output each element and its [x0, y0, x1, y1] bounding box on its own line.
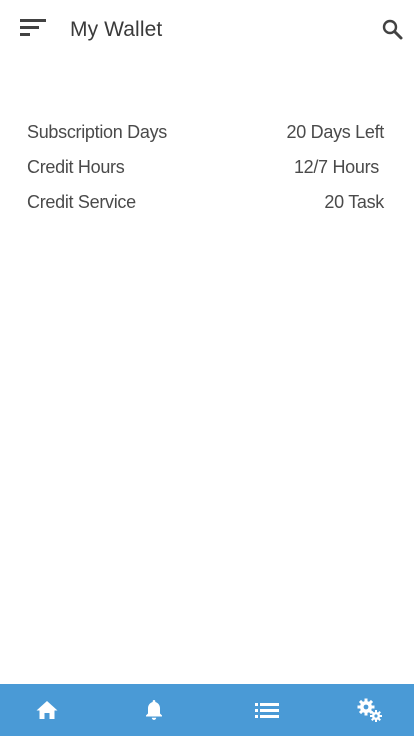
row-value: 20 Task: [324, 192, 384, 212]
bottom-navigation: [0, 684, 414, 736]
row-label: Subscription Days: [27, 122, 167, 142]
nav-settings[interactable]: [345, 684, 395, 736]
wallet-info-list: Subscription Days 20 Days Left Credit Ho…: [27, 115, 384, 220]
menu-button[interactable]: [14, 12, 50, 48]
row-label: Credit Hours: [27, 157, 125, 177]
app-bar: My Wallet: [0, 0, 414, 60]
nav-notifications[interactable]: [129, 684, 179, 736]
row-label: Credit Service: [27, 192, 136, 212]
row-value: 20 Days Left: [286, 122, 385, 142]
nav-list[interactable]: [242, 684, 292, 736]
home-icon: [35, 699, 59, 721]
page-title: My Wallet: [70, 18, 163, 41]
search-button[interactable]: [380, 16, 406, 44]
wallet-screen: My Wallet Subscription Days 20 Days Left…: [0, 0, 414, 736]
bell-icon: [143, 698, 165, 722]
credit-hours-row: Credit Hours 12/7 Hours: [27, 150, 384, 185]
list-icon: [254, 700, 280, 720]
sort-menu-icon: [14, 12, 50, 48]
nav-home[interactable]: [22, 684, 72, 736]
row-value: 12/7 Hours: [293, 157, 379, 177]
subscription-days-row: Subscription Days 20 Days Left: [27, 115, 384, 150]
gears-icon: [356, 697, 384, 723]
credit-service-row: Credit Service 20 Task: [27, 185, 384, 220]
search-icon: [380, 19, 406, 48]
